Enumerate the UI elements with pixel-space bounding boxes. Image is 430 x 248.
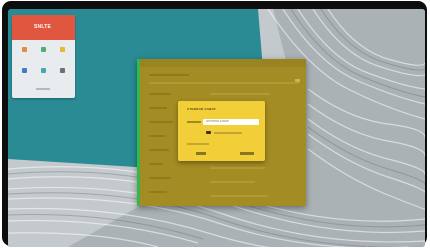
- app-widget-card[interactable]: SNLTE: [12, 15, 75, 98]
- cancel-button[interactable]: [196, 152, 206, 155]
- content-row: [210, 93, 270, 95]
- dialog-toggle-label: [214, 132, 242, 134]
- sidebar-item[interactable]: [149, 121, 173, 123]
- dialog-title: UTBRDOR GSBRF: [187, 107, 216, 111]
- dialog-text-input[interactable]: SPSTBRDF ENSRB: [203, 119, 259, 125]
- modal-dialog: UTBRDOR GSBRF SPSTBRDF ENSRB: [178, 101, 265, 161]
- widget-footer-bar: [36, 88, 50, 90]
- chart-icon[interactable]: [41, 68, 46, 73]
- dialog-toggle[interactable]: [206, 131, 211, 134]
- sidebar-item[interactable]: [149, 93, 171, 95]
- sidebar-item[interactable]: [149, 163, 163, 165]
- sidebar-item[interactable]: [149, 149, 169, 151]
- sidebar-item[interactable]: [149, 191, 167, 193]
- widget-header: SNLTE: [12, 15, 75, 40]
- window-heading: [149, 74, 189, 76]
- sidebar-item[interactable]: [149, 135, 165, 137]
- dialog-note: [187, 143, 209, 145]
- content-row: [210, 181, 255, 183]
- content-row: [210, 167, 265, 169]
- sidebar-item[interactable]: [149, 177, 171, 179]
- globe-icon[interactable]: [60, 68, 65, 73]
- confirm-button[interactable]: [240, 152, 254, 155]
- content-row: [210, 195, 268, 197]
- star-icon[interactable]: [60, 47, 65, 52]
- monitor-bezel: SNLTE UTBRDOR GSBRF SPSTBRDF ENSRB: [2, 1, 427, 247]
- widget-title: SNLTE: [34, 24, 52, 30]
- window-titlebar[interactable]: [140, 59, 306, 67]
- window-toolbar-line: [149, 82, 299, 84]
- list-icon[interactable]: [41, 47, 46, 52]
- dialog-field-label: [187, 121, 201, 123]
- share-icon[interactable]: [22, 68, 27, 73]
- desktop-screen: SNLTE UTBRDOR GSBRF SPSTBRDF ENSRB: [8, 9, 425, 247]
- gear-icon[interactable]: [22, 47, 27, 52]
- sidebar-item[interactable]: [149, 107, 167, 109]
